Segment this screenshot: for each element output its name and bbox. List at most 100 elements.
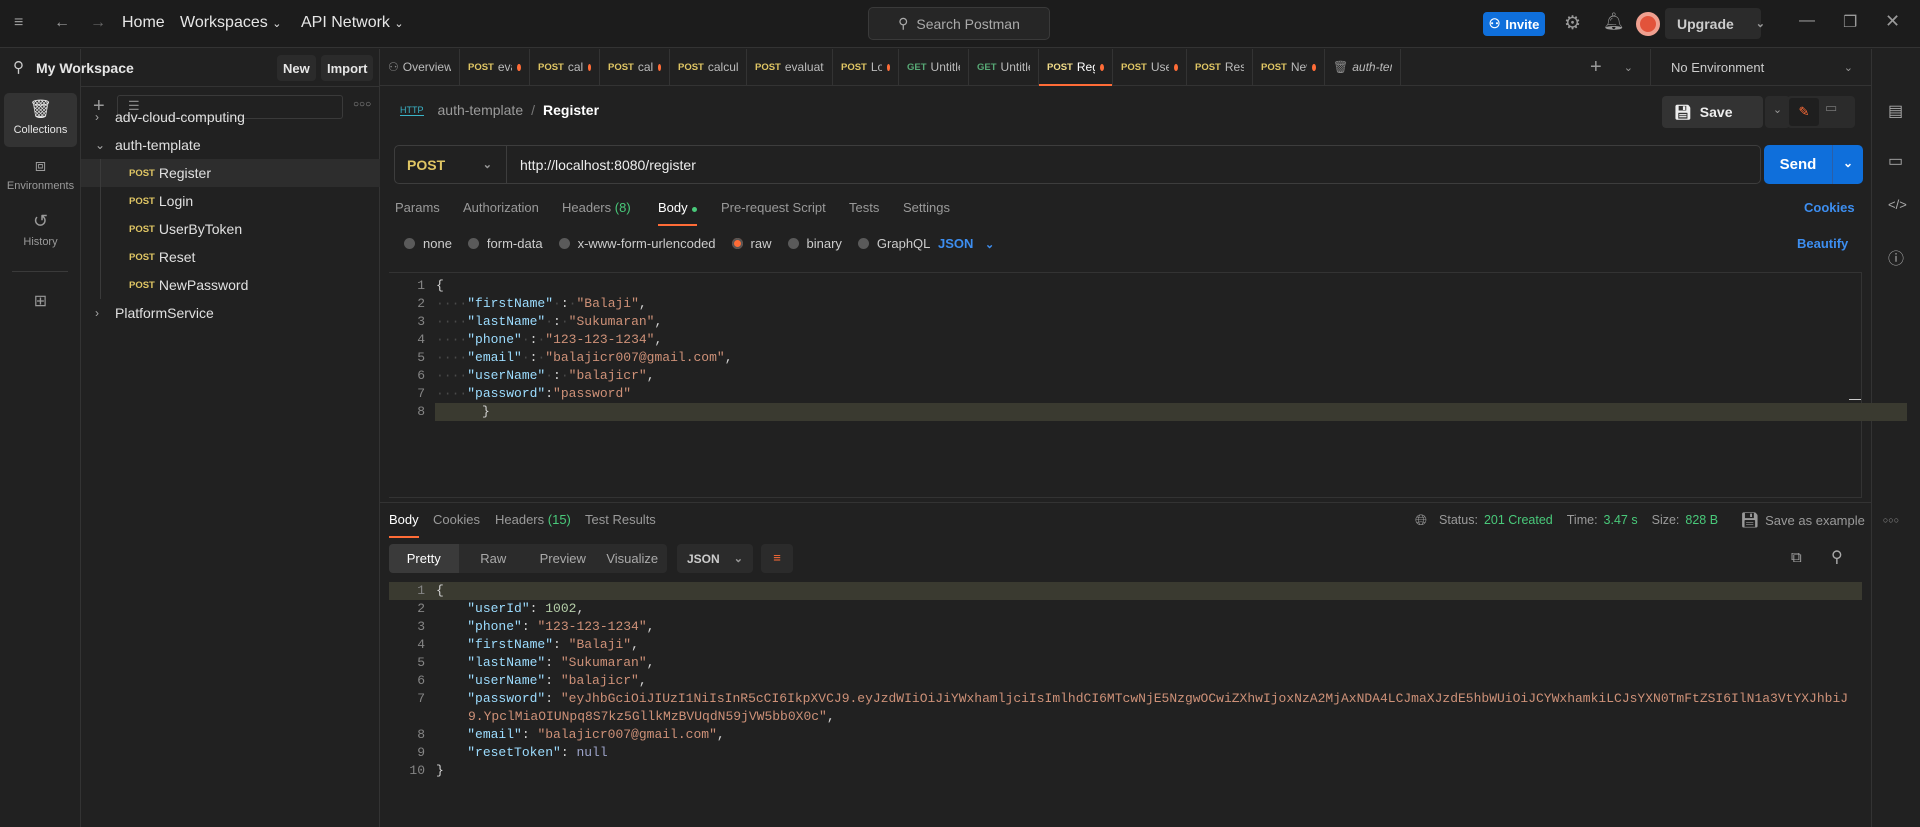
more-icon[interactable]: ○○○ [1883, 515, 1899, 525]
menu-icon[interactable]: ≡ [14, 14, 23, 32]
close-icon[interactable]: ✕ [1885, 11, 1900, 32]
environment-label: No Environment [1671, 59, 1765, 75]
new-tab-icon[interactable]: + [1590, 56, 1602, 79]
restore-icon[interactable]: ❐ [1843, 12, 1857, 32]
rail-collections[interactable]: 🗑︎ Collections [4, 93, 77, 147]
minimize-icon[interactable]: — [1799, 12, 1815, 30]
body-mode-none[interactable]: none [404, 236, 452, 251]
send-dropdown-icon[interactable]: ⌄ [1832, 145, 1863, 184]
environment-selector[interactable]: No Environment ⌄ [1650, 49, 1871, 86]
search-icon[interactable]: ⚲ [1831, 547, 1843, 567]
tab-settings[interactable]: Settings [903, 200, 950, 215]
request-item[interactable]: POST Register [81, 159, 380, 187]
save-button[interactable]: 💾︎ Save [1662, 96, 1763, 128]
request-tab[interactable]: POSTNewF [1253, 48, 1325, 86]
request-tab[interactable]: GETUntitled [899, 48, 969, 86]
request-body-editor[interactable]: 1{2 ····"firstName"·:·"Balaji", 3 ····"last… [389, 272, 1907, 498]
breadcrumb-collection[interactable]: auth-template [438, 102, 524, 118]
request-tab[interactable]: POSTcalcul [530, 48, 600, 86]
code-icon[interactable]: </> [1888, 197, 1907, 212]
tab-body[interactable]: Body [658, 200, 698, 226]
globe-icon[interactable]: 🌐︎ [1415, 512, 1427, 529]
view-preview[interactable]: Preview [528, 544, 598, 573]
body-mode-x-www-form-urlencoded[interactable]: x-www-form-urlencoded [558, 236, 716, 251]
request-tab[interactable]: POST evaluat [747, 48, 833, 86]
tab-authorization[interactable]: Authorization [463, 200, 539, 215]
view-raw[interactable]: Raw [459, 544, 529, 573]
home-link[interactable]: Home [122, 14, 165, 32]
tab-headers[interactable]: Headers (8) [562, 200, 631, 215]
rail-environments[interactable]: ⧈ Environments [4, 149, 77, 203]
response-format-select[interactable]: JSON ⌄ [677, 544, 753, 573]
request-tab[interactable]: GETUntitled [969, 48, 1039, 86]
send-button[interactable]: Send ⌄ [1764, 145, 1863, 184]
search-box[interactable]: ⚲ Search Postman [868, 7, 1050, 40]
request-tab[interactable]: 🗑︎auth-tem [1325, 48, 1401, 86]
forward-icon[interactable]: → [90, 14, 106, 32]
tab-params[interactable]: Params [395, 200, 440, 215]
workspace-name[interactable]: My Workspace [36, 60, 134, 76]
time-value[interactable]: 3.47 s [1604, 513, 1638, 527]
upgrade-button[interactable]: Upgrade ⌄ [1665, 8, 1765, 39]
wrap-lines-icon[interactable]: ≡ [761, 544, 793, 573]
collection-item[interactable]: ⌄ auth-template [81, 131, 380, 159]
rail-history[interactable]: ↺ History [4, 205, 77, 259]
gear-icon[interactable]: ⚙ [1564, 12, 1581, 35]
collection-item[interactable]: › PlatformService [81, 299, 380, 327]
tab-tests[interactable]: Tests [849, 200, 879, 215]
request-tab[interactable]: POSTLogi [833, 48, 899, 86]
view-pretty[interactable]: Pretty [389, 544, 459, 573]
request-tab[interactable]: POSTevalu [460, 48, 530, 86]
body-mode-binary[interactable]: binary [787, 236, 842, 251]
import-button[interactable]: Import [321, 55, 374, 81]
request-item[interactable]: POST UserByToken [81, 215, 380, 243]
save-as-example-button[interactable]: Save as example [1765, 513, 1865, 528]
breadcrumb-request[interactable]: Register [543, 102, 599, 118]
method-select[interactable]: POST ⌄ [395, 146, 507, 183]
request-item[interactable]: POST Reset [81, 243, 380, 271]
request-tab[interactable]: POSTUserE [1113, 48, 1187, 86]
new-button[interactable]: New [277, 55, 316, 81]
info-icon[interactable]: ⓘ [1888, 245, 1904, 269]
url-input[interactable]: http://localhost:8080/register [520, 157, 696, 173]
cookies-link[interactable]: Cookies [1804, 200, 1855, 215]
response-tab-test-results[interactable]: Test Results [585, 512, 656, 527]
documentation-icon[interactable]: ▤ [1888, 101, 1903, 121]
collection-item[interactable]: › adv-cloud-computing [81, 103, 380, 131]
size-value[interactable]: 828 B [1685, 513, 1718, 527]
tab-pre-request-script[interactable]: Pre-request Script [721, 200, 826, 215]
copy-icon[interactable]: ⧉ [1791, 549, 1802, 566]
response-tab-cookies[interactable]: Cookies [433, 512, 480, 527]
body-mode-form-data[interactable]: form-data [467, 236, 543, 251]
view-visualize[interactable]: Visualize [598, 544, 668, 573]
save-icon: 💾︎ [1740, 512, 1760, 529]
request-tab[interactable]: POSTReset [1187, 48, 1253, 86]
body-mode-raw[interactable]: raw [731, 236, 772, 251]
edit-icon[interactable]: ✎ [1789, 98, 1819, 126]
workspaces-menu[interactable]: Workspaces ⌄ [180, 14, 281, 32]
request-tab[interactable]: POSTcalcul [600, 48, 670, 86]
pane-divider[interactable] [380, 502, 1871, 503]
back-icon[interactable]: ← [54, 14, 70, 32]
beautify-button[interactable]: Beautify [1797, 236, 1848, 251]
request-tab[interactable]: POSTRegis [1039, 48, 1113, 86]
bell-icon[interactable]: 🔔︎ [1603, 12, 1625, 32]
api-network-menu[interactable]: API Network ⌄ [301, 14, 404, 32]
body-mode-GraphQL[interactable]: GraphQL [857, 236, 930, 251]
response-body-viewer[interactable]: 1{2 "userId": 1002, 3 "phone": "123-123-1… [389, 580, 1862, 780]
request-item[interactable]: POST NewPassword [81, 271, 380, 299]
invite-button[interactable]: ⚇ Invite [1483, 12, 1545, 36]
comment-icon[interactable]: ▭ [1825, 100, 1837, 116]
avatar[interactable] [1636, 12, 1660, 36]
request-item[interactable]: POST Login [81, 187, 380, 215]
status-value[interactable]: 201 Created [1484, 513, 1553, 527]
request-tab[interactable]: POSTcalcular [670, 48, 747, 86]
request-tab[interactable]: ⚇ Overview [380, 48, 460, 86]
tab-list-chevron-icon[interactable]: ⌄ [1624, 61, 1633, 74]
response-tab-body[interactable]: Body [389, 512, 419, 538]
response-tab-headers[interactable]: Headers (15) [495, 512, 571, 527]
right-rail: ▤ ▭ </> ⓘ [1871, 49, 1920, 827]
language-select[interactable]: JSON ⌄ [938, 236, 994, 251]
comments-icon[interactable]: ▭ [1888, 151, 1903, 171]
add-apps-icon[interactable]: ⊞ [4, 285, 77, 339]
